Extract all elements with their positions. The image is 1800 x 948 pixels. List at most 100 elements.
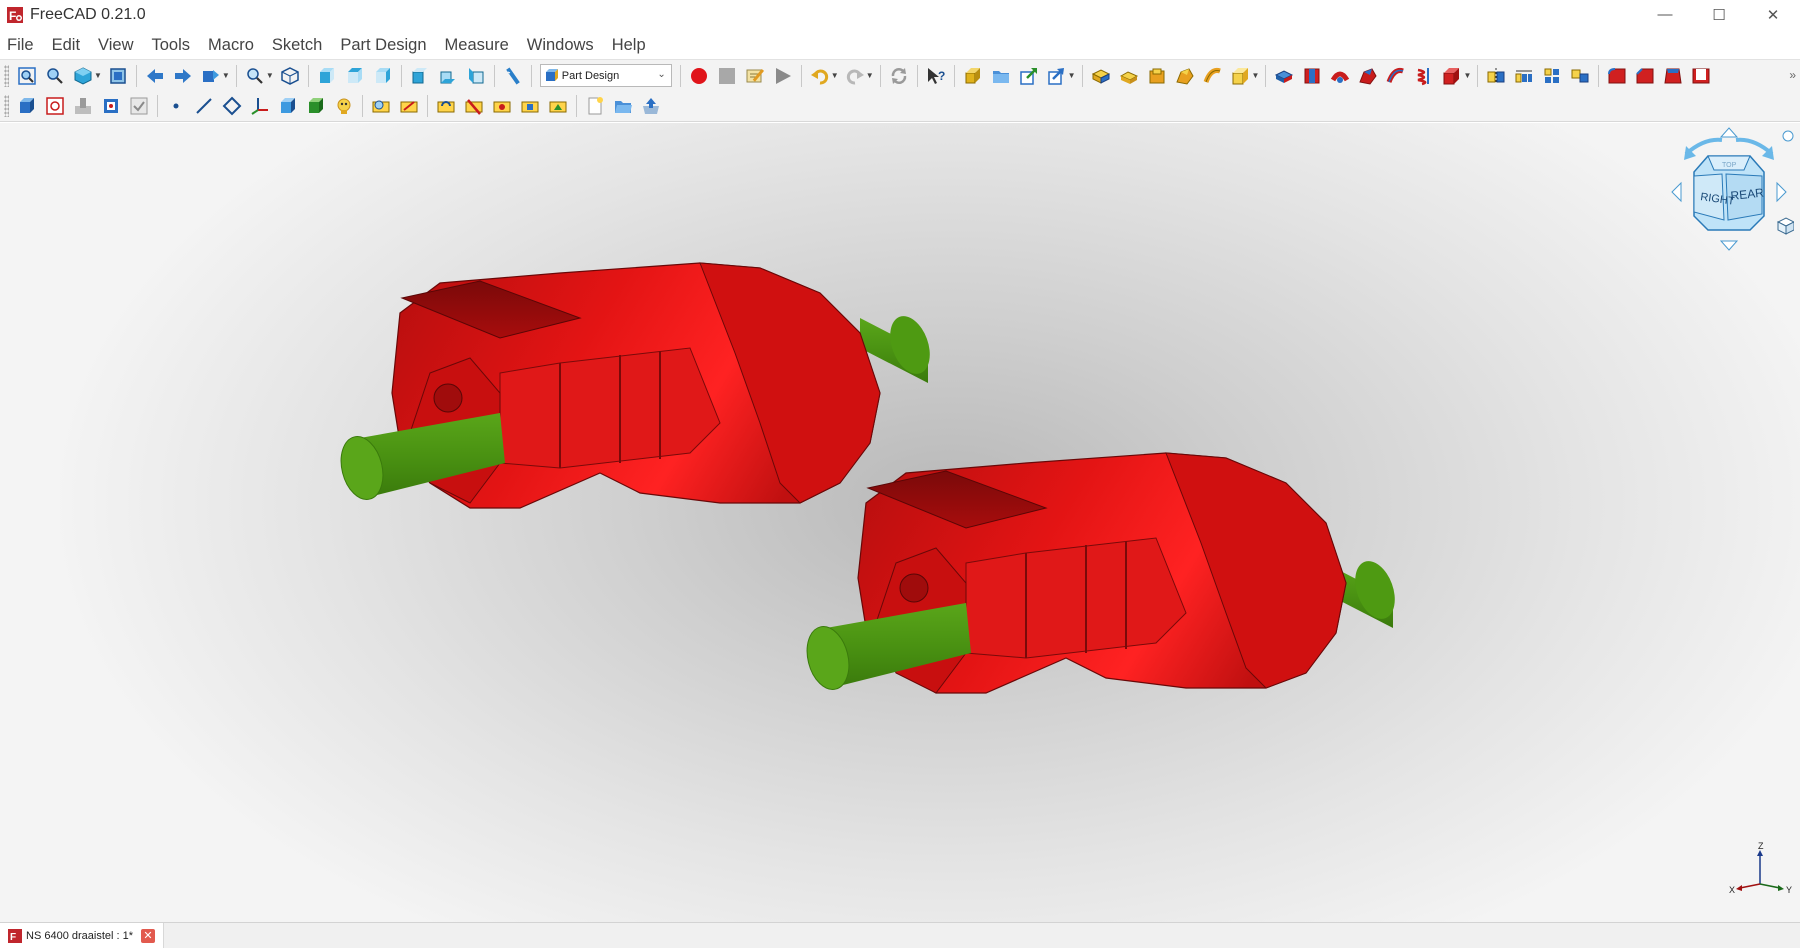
link-actions-icon[interactable] xyxy=(1044,63,1070,89)
refresh-icon[interactable] xyxy=(886,63,912,89)
macro-edit-icon[interactable] xyxy=(742,63,768,89)
local-coordinate-system-icon[interactable] xyxy=(247,93,273,119)
redo-icon[interactable] xyxy=(842,63,868,89)
bogie-assembly-1[interactable] xyxy=(335,262,937,509)
toolbar-grip[interactable] xyxy=(4,64,9,87)
datum-line-icon[interactable] xyxy=(191,93,217,119)
back-arrow-icon[interactable] xyxy=(142,63,168,89)
menu-view[interactable]: View xyxy=(90,36,141,55)
datum-point-icon[interactable] xyxy=(163,93,189,119)
create-part-icon[interactable] xyxy=(960,63,986,89)
toolbar-overflow-icon[interactable]: » xyxy=(1789,68,1796,82)
measure-clear-all-icon[interactable] xyxy=(461,93,487,119)
groove-icon[interactable] xyxy=(1327,63,1353,89)
subshape-binder-icon[interactable] xyxy=(303,93,329,119)
maximize-button[interactable]: ☐ xyxy=(1692,0,1746,29)
document-tab[interactable]: F NS 6400 draaistel : 1* ✕ xyxy=(0,923,165,948)
measure-linear-icon[interactable] xyxy=(368,93,394,119)
menu-windows[interactable]: Windows xyxy=(519,36,602,55)
measure-distance-icon[interactable] xyxy=(500,63,526,89)
minimize-button[interactable]: — xyxy=(1638,0,1692,29)
arrow-left-icon[interactable] xyxy=(1671,181,1682,203)
subtractive-loft-icon[interactable] xyxy=(1355,63,1381,89)
left-view-icon[interactable] xyxy=(463,63,489,89)
subtractive-helix-icon[interactable] xyxy=(1411,63,1437,89)
draw-style-icon[interactable] xyxy=(70,63,96,89)
redo-dropdown-icon[interactable]: ▼ xyxy=(866,71,874,80)
3d-viewport[interactable] xyxy=(0,123,1800,922)
subtractive-primitive-icon[interactable] xyxy=(1439,63,1465,89)
close-tab-icon[interactable]: ✕ xyxy=(141,928,156,943)
toolbar-grip[interactable] xyxy=(4,95,9,117)
sync-view-icon[interactable] xyxy=(198,63,224,89)
menu-macro[interactable]: Macro xyxy=(200,36,262,55)
save-document-icon[interactable] xyxy=(638,93,664,119)
clone-icon[interactable] xyxy=(331,93,357,119)
forward-arrow-icon[interactable] xyxy=(170,63,196,89)
menu-measure[interactable]: Measure xyxy=(437,36,517,55)
create-body-small-icon[interactable] xyxy=(14,93,40,119)
bottom-view-icon[interactable] xyxy=(435,63,461,89)
macro-record-icon[interactable] xyxy=(686,63,712,89)
bounding-box-icon[interactable] xyxy=(105,63,131,89)
create-sketch-icon[interactable] xyxy=(42,93,68,119)
rear-view-icon[interactable] xyxy=(407,63,433,89)
undo-dropdown-icon[interactable]: ▼ xyxy=(831,71,839,80)
top-view-icon[interactable] xyxy=(342,63,368,89)
additive-loft-icon[interactable] xyxy=(1172,63,1198,89)
draft-icon[interactable] xyxy=(1660,63,1686,89)
close-button[interactable]: ✕ xyxy=(1746,0,1800,29)
front-view-icon[interactable] xyxy=(314,63,340,89)
additive-primitive-dropdown-icon[interactable]: ▼ xyxy=(1252,71,1260,80)
create-group-icon[interactable] xyxy=(988,63,1014,89)
map-sketch-icon[interactable] xyxy=(98,93,124,119)
chamfer-icon[interactable] xyxy=(1632,63,1658,89)
measure-toggle-delta-icon[interactable] xyxy=(545,93,571,119)
navcube-menu-icon[interactable] xyxy=(1782,130,1794,142)
measure-toggle-all-icon[interactable] xyxy=(489,93,515,119)
arrow-up-icon[interactable] xyxy=(1719,127,1739,138)
workbench-selector[interactable]: Part Design ⌄ xyxy=(539,64,672,87)
linear-pattern-icon[interactable] xyxy=(1511,63,1537,89)
open-document-icon[interactable] xyxy=(610,93,636,119)
link-dropdown-icon[interactable]: ▼ xyxy=(1068,71,1076,80)
draw-style-dropdown-icon[interactable]: ▼ xyxy=(94,71,102,80)
menu-sketch[interactable]: Sketch xyxy=(264,36,330,55)
macro-run-icon[interactable] xyxy=(770,63,796,89)
subtractive-pipe-icon[interactable] xyxy=(1383,63,1409,89)
menu-edit[interactable]: Edit xyxy=(44,36,88,55)
menu-file[interactable]: File xyxy=(0,36,42,55)
navcube-face-top[interactable]: TOP xyxy=(1722,162,1737,169)
zoom-icon[interactable] xyxy=(242,63,268,89)
fillet-icon[interactable] xyxy=(1604,63,1630,89)
create-link-icon[interactable] xyxy=(1016,63,1042,89)
menu-tools[interactable]: Tools xyxy=(144,36,199,55)
multitransform-icon[interactable] xyxy=(1567,63,1593,89)
subtractive-primitive-dropdown-icon[interactable]: ▼ xyxy=(1463,71,1471,80)
right-view-icon[interactable] xyxy=(370,63,396,89)
edit-sketch-icon[interactable] xyxy=(70,93,96,119)
validate-sketch-icon[interactable] xyxy=(126,93,152,119)
polar-pattern-icon[interactable] xyxy=(1539,63,1565,89)
additive-pipe-icon[interactable] xyxy=(1200,63,1226,89)
menu-help[interactable]: Help xyxy=(604,36,654,55)
pad-icon[interactable] xyxy=(1116,63,1142,89)
measure-toggle-3d-icon[interactable] xyxy=(517,93,543,119)
whats-this-help-icon[interactable]: ? xyxy=(923,63,949,89)
axonometric-view-icon[interactable] xyxy=(277,63,303,89)
arrow-down-icon[interactable] xyxy=(1719,240,1739,251)
view-menu-cube-icon[interactable] xyxy=(1776,217,1796,235)
3d-scene[interactable] xyxy=(0,123,1800,922)
menu-part-design[interactable]: Part Design xyxy=(332,36,434,55)
mirrored-icon[interactable] xyxy=(1483,63,1509,89)
shape-binder-icon[interactable] xyxy=(275,93,301,119)
macro-stop-icon[interactable] xyxy=(714,63,740,89)
create-body-icon[interactable] xyxy=(1088,63,1114,89)
navigation-cube[interactable]: RIGHT REAR TOP xyxy=(1664,124,1796,254)
revolution-icon[interactable] xyxy=(1144,63,1170,89)
measure-refresh-icon[interactable] xyxy=(433,93,459,119)
new-document-icon[interactable] xyxy=(582,93,608,119)
datum-plane-icon[interactable] xyxy=(219,93,245,119)
thickness-icon[interactable] xyxy=(1688,63,1714,89)
pocket-icon[interactable] xyxy=(1271,63,1297,89)
